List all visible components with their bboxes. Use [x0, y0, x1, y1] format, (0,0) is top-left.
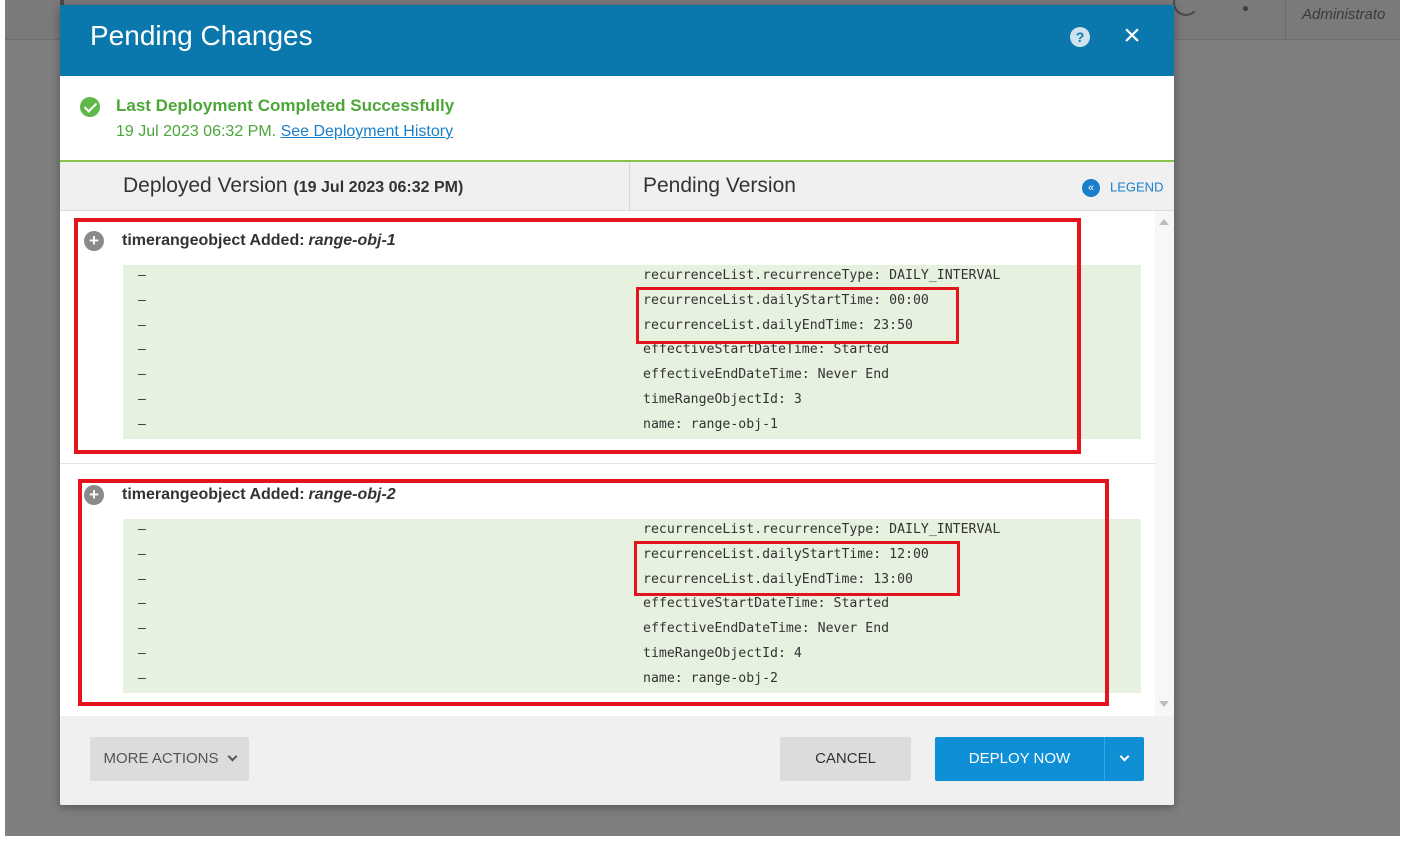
- status-title: Last Deployment Completed Successfully: [116, 96, 455, 115]
- diff-row: – effectiveStartDateTime: Started: [123, 593, 1141, 618]
- diff-block: – recurrenceList.recurrenceType: DAILY_IN…: [123, 519, 1141, 693]
- pending-value: effectiveStartDateTime: Started: [643, 342, 890, 358]
- change-type-label: timerangeobject Added:: [122, 232, 305, 249]
- diff-row: – effectiveEndDateTime: Never End: [123, 364, 1141, 389]
- pending-value: recurrenceList.dailyStartTime: 00:00: [643, 292, 929, 308]
- diff-row: – timeRangeObjectId: 3: [123, 389, 1141, 414]
- diff-row: – timeRangeObjectId: 4: [123, 643, 1141, 668]
- pending-value: name: range-obj-2: [643, 670, 778, 686]
- cancel-button[interactable]: CANCEL: [780, 737, 911, 781]
- change-section: + timerangeobject Added: range-obj-1 – rec…: [60, 211, 1155, 463]
- change-section-header[interactable]: + timerangeobject Added: range-obj-1: [84, 231, 396, 251]
- column-divider: [629, 162, 630, 211]
- scroll-down-icon[interactable]: [1159, 701, 1169, 707]
- diff-row: – recurrenceList.recurrenceType: DAILY_IN…: [123, 265, 1141, 290]
- pending-value: effectiveEndDateTime: Never End: [643, 621, 890, 637]
- scroll-up-icon[interactable]: [1159, 219, 1169, 225]
- deployed-value: –: [138, 367, 146, 383]
- deployed-value: –: [138, 268, 146, 283]
- see-deployment-history-link[interactable]: See Deployment History: [281, 123, 454, 140]
- pending-value: recurrenceList.dailyEndTime: 23:50: [643, 317, 913, 333]
- dialog-footer: MORE ACTIONS CANCEL DEPLOY NOW: [60, 716, 1174, 805]
- deployed-value: –: [138, 416, 146, 432]
- pending-version-header: Pending Version: [643, 174, 796, 197]
- chevron-down-icon: [1119, 751, 1130, 762]
- pending-value: timeRangeObjectId: 4: [643, 645, 802, 661]
- pending-value: recurrenceList.dailyEndTime: 13:00: [643, 571, 913, 587]
- deployed-version-header: Deployed Version (19 Jul 2023 06:32 PM): [123, 174, 463, 198]
- deployed-version-date: (19 Jul 2023 06:32 PM): [293, 179, 464, 196]
- deployment-status: Last Deployment Completed Successfully 1…: [60, 76, 1174, 162]
- pending-value: recurrenceList.recurrenceType: DAILY_INT…: [643, 268, 1001, 283]
- chevron-down-icon: [227, 751, 237, 762]
- pending-value: recurrenceList.dailyStartTime: 12:00: [643, 546, 929, 562]
- column-headers: Deployed Version (19 Jul 2023 06:32 PM) …: [60, 162, 1174, 211]
- legend-label: LEGEND: [1110, 179, 1164, 195]
- scrollbar[interactable]: [1155, 211, 1174, 716]
- pending-value: effectiveStartDateTime: Started: [643, 596, 890, 612]
- diff-row: – recurrenceList.dailyEndTime: 23:50: [123, 315, 1141, 340]
- expand-plus-icon[interactable]: +: [84, 485, 104, 505]
- deployed-value: –: [138, 317, 146, 333]
- legend-button[interactable]: « LEGEND: [1082, 179, 1163, 197]
- changes-list[interactable]: + timerangeobject Added: range-obj-1 – rec…: [60, 211, 1174, 716]
- diff-row: – effectiveEndDateTime: Never End: [123, 618, 1141, 643]
- diff-row: – effectiveStartDateTime: Started: [123, 339, 1141, 364]
- pending-value: timeRangeObjectId: 3: [643, 391, 802, 407]
- pending-value: name: range-obj-1: [643, 416, 778, 432]
- object-name: range-obj-1: [308, 232, 396, 249]
- deployed-value: –: [138, 621, 146, 637]
- deployed-value: –: [138, 522, 146, 537]
- change-section-header[interactable]: + timerangeobject Added: range-obj-2: [84, 485, 396, 505]
- change-type-label: timerangeobject Added:: [122, 486, 305, 503]
- more-actions-label: MORE ACTIONS: [103, 750, 219, 767]
- pending-value: recurrenceList.recurrenceType: DAILY_INT…: [643, 522, 1001, 537]
- deploy-now-button[interactable]: DEPLOY NOW: [935, 737, 1104, 781]
- last-deployment-timestamp: 19 Jul 2023 06:32 PM.: [116, 123, 277, 140]
- pending-value: effectiveEndDateTime: Never End: [643, 367, 890, 383]
- diff-row: – recurrenceList.dailyStartTime: 12:00: [123, 544, 1141, 569]
- deployed-value: –: [138, 546, 146, 562]
- background-divider: [1285, 0, 1286, 38]
- change-section: + timerangeobject Added: range-obj-2 – rec…: [60, 464, 1155, 716]
- dialog-header: Pending Changes ? ×: [60, 5, 1174, 76]
- diff-row: – name: range-obj-2: [123, 668, 1141, 693]
- deployed-value: –: [138, 670, 146, 686]
- deployed-value: –: [138, 391, 146, 407]
- deploy-options-button[interactable]: [1104, 737, 1144, 781]
- deployed-value: –: [138, 292, 146, 308]
- deployed-value: –: [138, 645, 146, 661]
- deployed-version-label: Deployed Version: [123, 174, 288, 197]
- diff-block: – recurrenceList.recurrenceType: DAILY_IN…: [123, 265, 1141, 439]
- pending-changes-dialog: Pending Changes ? × Last Deployment Comp…: [60, 5, 1174, 805]
- diff-row: – name: range-obj-1: [123, 414, 1141, 439]
- more-icon: [1243, 6, 1248, 11]
- expand-plus-icon[interactable]: +: [84, 231, 104, 251]
- close-icon[interactable]: ×: [1120, 21, 1144, 51]
- deployed-value: –: [138, 571, 146, 587]
- diff-row: – recurrenceList.dailyStartTime: 00:00: [123, 290, 1141, 315]
- refresh-icon: [1173, 0, 1199, 16]
- user-menu-label: Administrato: [1302, 6, 1386, 23]
- more-actions-button[interactable]: MORE ACTIONS: [90, 737, 249, 781]
- check-circle-icon: [80, 97, 100, 117]
- object-name: range-obj-2: [308, 486, 396, 503]
- collapse-left-icon: «: [1082, 179, 1100, 197]
- dialog-title: Pending Changes: [90, 20, 313, 51]
- status-subtitle: 19 Jul 2023 06:32 PM. See Deployment His…: [116, 123, 453, 141]
- diff-row: – recurrenceList.recurrenceType: DAILY_IN…: [123, 519, 1141, 544]
- diff-row: – recurrenceList.dailyEndTime: 13:00: [123, 569, 1141, 594]
- deployed-value: –: [138, 596, 146, 612]
- deployed-value: –: [138, 342, 146, 358]
- help-icon[interactable]: ?: [1070, 27, 1090, 47]
